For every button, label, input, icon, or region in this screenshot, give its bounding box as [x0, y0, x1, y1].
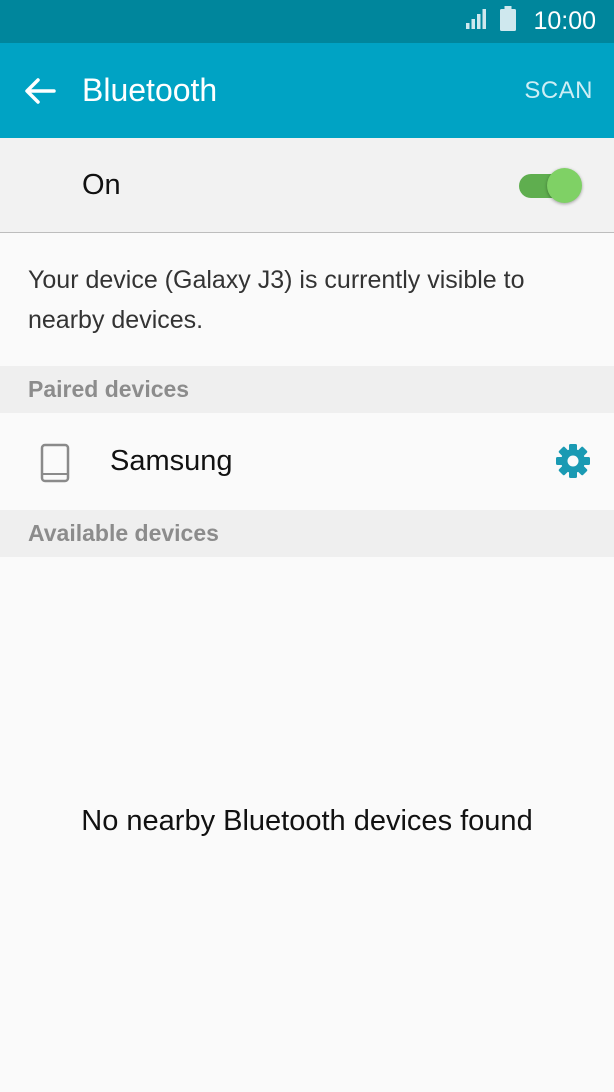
bluetooth-master-switch-row[interactable]: On — [0, 138, 614, 233]
paired-devices-header: Paired devices — [0, 366, 614, 413]
battery-icon — [499, 6, 517, 37]
status-bar: 10:00 — [0, 0, 614, 43]
paired-device-samsung[interactable]: Samsung — [0, 413, 614, 510]
back-button[interactable] — [20, 71, 60, 111]
no-devices-message: No nearby Bluetooth devices found — [81, 805, 533, 837]
signal-icon — [465, 8, 489, 35]
toggle-thumb — [547, 168, 582, 203]
master-switch-label: On — [82, 169, 121, 201]
phone-icon — [40, 443, 70, 483]
gear-icon[interactable] — [553, 441, 593, 481]
device-name: Samsung — [110, 445, 233, 477]
page-title: Bluetooth — [82, 72, 218, 108]
arrow-left-icon — [25, 78, 56, 104]
available-devices-header: Available devices — [0, 510, 614, 557]
bluetooth-toggle[interactable] — [517, 167, 583, 205]
app-bar: Bluetooth SCAN — [0, 43, 614, 138]
scan-button[interactable]: SCAN — [524, 43, 593, 138]
available-devices-header-label: Available devices — [28, 520, 219, 546]
paired-devices-header-label: Paired devices — [28, 376, 190, 402]
visibility-message: Your device (Galaxy J3) is currently vis… — [28, 266, 525, 334]
status-indicators: 10:00 — [465, 0, 596, 43]
status-time: 10:00 — [533, 7, 596, 35]
